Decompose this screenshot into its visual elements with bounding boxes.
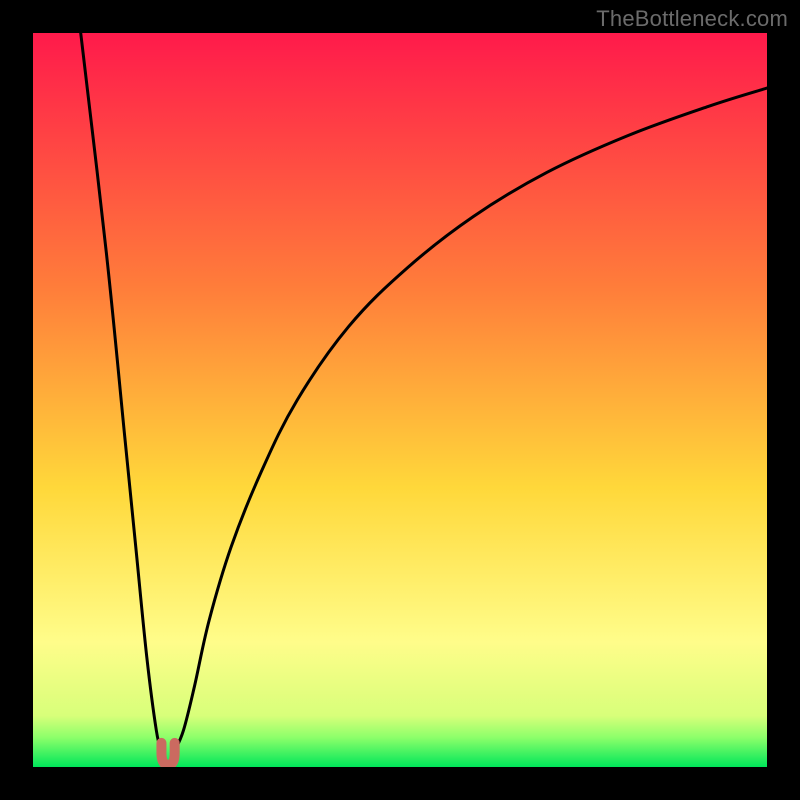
plot-area (33, 33, 767, 767)
gradient-background (33, 33, 767, 767)
chart-frame: TheBottleneck.com (0, 0, 800, 800)
attribution-label: TheBottleneck.com (596, 6, 788, 32)
plot-svg (33, 33, 767, 767)
